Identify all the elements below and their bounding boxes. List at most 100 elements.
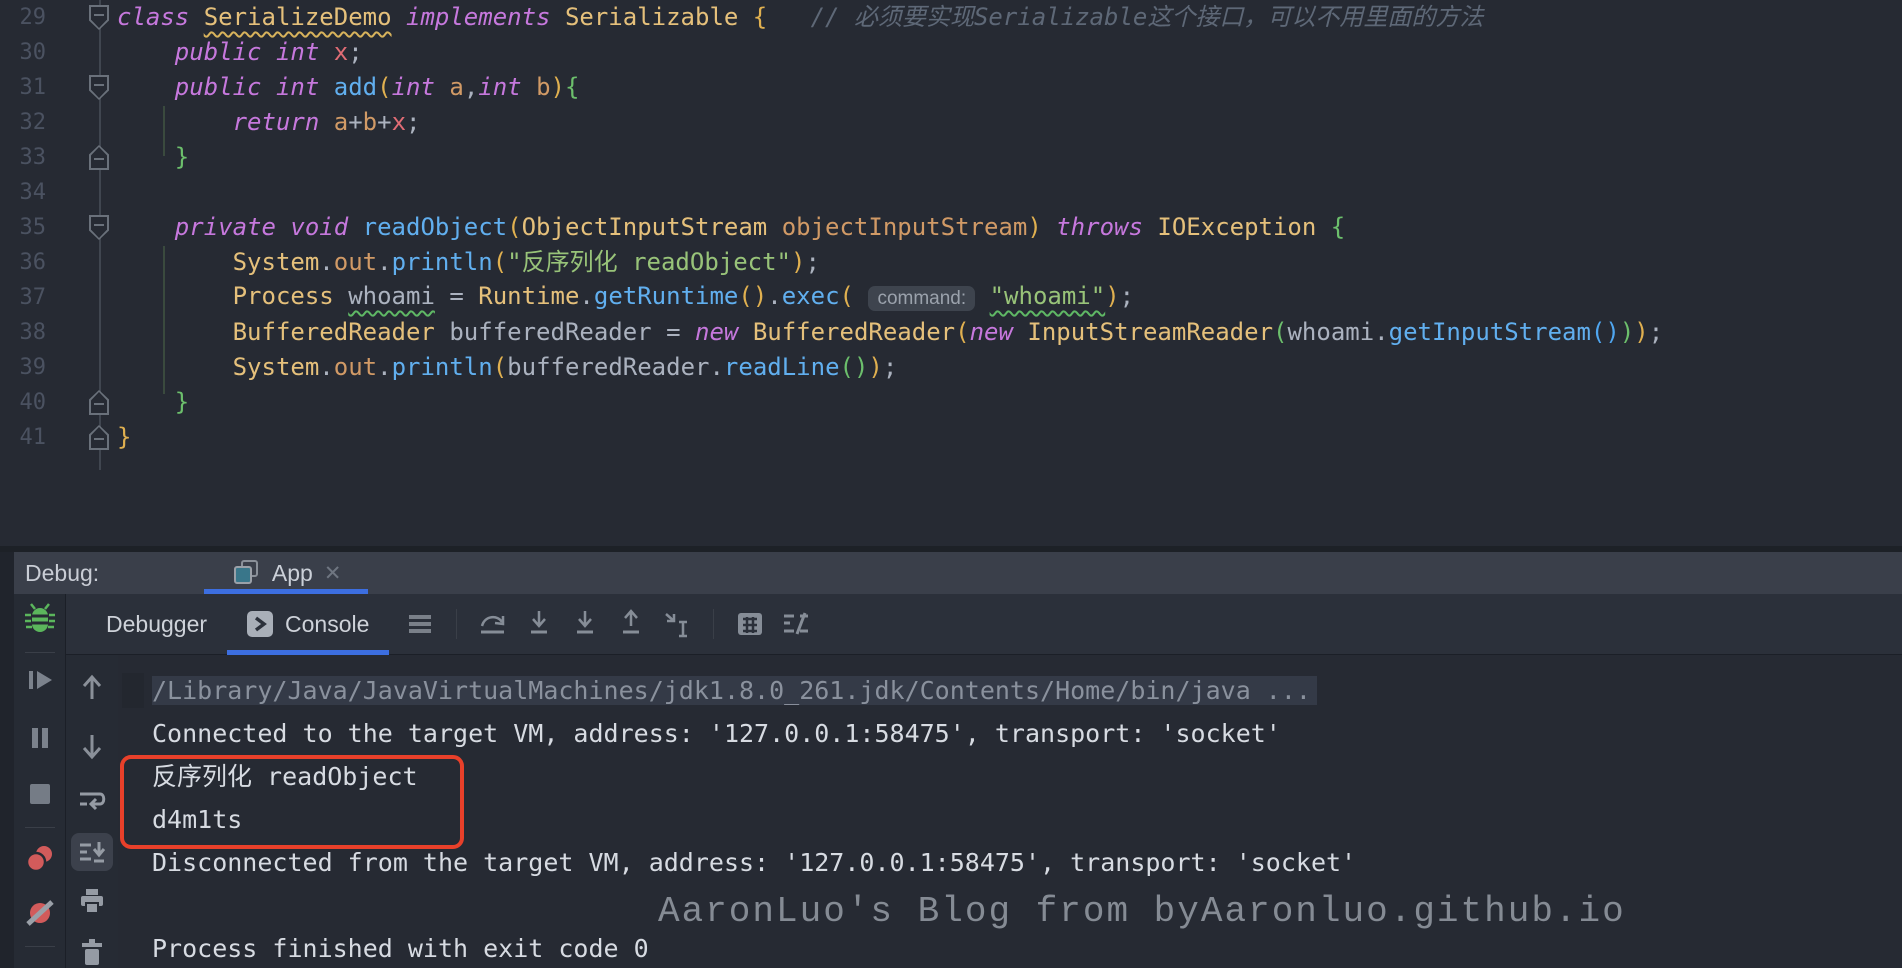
- view-breakpoints-icon[interactable]: [22, 842, 58, 876]
- code-token: =: [652, 318, 695, 346]
- code-token: [117, 108, 233, 136]
- code-line: 41}: [0, 420, 1902, 455]
- code-token: whoami: [348, 282, 435, 310]
- menu-icon[interactable]: [403, 607, 437, 641]
- print-icon[interactable]: [74, 885, 110, 919]
- console-toolbar: [66, 655, 118, 968]
- code-token: ): [868, 353, 882, 381]
- fold-end-icon[interactable]: [89, 145, 109, 170]
- fold-end-icon[interactable]: [89, 390, 109, 415]
- code-token: .: [377, 248, 391, 276]
- inline-parameter-hint: command:: [868, 286, 975, 311]
- resume-icon[interactable]: [22, 663, 58, 697]
- fold-end-icon[interactable]: [89, 425, 109, 450]
- evaluate-expression-icon[interactable]: [733, 607, 767, 641]
- tab-debugger[interactable]: Debugger: [86, 594, 227, 654]
- gutter-fold-cell: [46, 0, 112, 35]
- line-number: 37: [0, 285, 46, 310]
- session-tab-label: App: [272, 560, 313, 587]
- scroll-to-end-icon[interactable]: [71, 833, 113, 871]
- code-lines: 29class SerializeDemo implements Seriali…: [0, 0, 1902, 455]
- code-token: {: [565, 73, 579, 101]
- gutter-fold-cell: [46, 350, 112, 385]
- pause-icon[interactable]: [22, 721, 58, 755]
- code-token: new: [695, 318, 738, 346]
- console-output[interactable]: /Library/Java/JavaVirtualMachines/jdk1.8…: [118, 655, 1902, 968]
- gutter-fold-cell: [46, 385, 112, 420]
- tab-console[interactable]: Console: [227, 594, 389, 654]
- debug-header: Debug: App ✕: [14, 552, 1902, 594]
- code-token: [1143, 213, 1157, 241]
- code-token: (: [377, 73, 391, 101]
- code-token: [392, 3, 406, 31]
- code-token: }: [175, 388, 189, 416]
- gutter-fold-cell: [46, 140, 112, 175]
- code-token: [854, 282, 868, 310]
- code-token: bufferedReader: [449, 318, 651, 346]
- console-text: Connected to the target VM, address: '12…: [152, 719, 1281, 748]
- code-token: implements: [406, 3, 551, 31]
- run-to-cursor-icon[interactable]: [660, 607, 694, 641]
- code-token: getInputStream: [1389, 318, 1591, 346]
- code-line: 31 public int add(int a,int b){: [0, 70, 1902, 105]
- console-line: Process finished with exit code 0: [152, 927, 1902, 968]
- trace-streams-icon[interactable]: [779, 607, 813, 641]
- code-line: 40 }: [0, 385, 1902, 420]
- code-text: public int add(int a,int b){: [112, 70, 1902, 105]
- code-token: println: [392, 248, 493, 276]
- console-text: Process finished with exit code 0: [152, 934, 649, 963]
- clear-all-icon[interactable]: [74, 935, 110, 968]
- code-text: public int x;: [112, 35, 1902, 70]
- code-token: b: [363, 108, 377, 136]
- code-token: System: [233, 248, 320, 276]
- step-out-icon[interactable]: [614, 607, 648, 641]
- debug-view-tabs: Debugger Console: [66, 594, 1902, 655]
- code-token: Runtime: [478, 282, 579, 310]
- code-token: [435, 318, 449, 346]
- fold-start-icon[interactable]: [89, 75, 109, 100]
- step-into-icon[interactable]: [522, 607, 556, 641]
- code-token: bufferedReader: [507, 353, 709, 381]
- fold-start-icon[interactable]: [89, 215, 109, 240]
- code-token: [334, 282, 348, 310]
- code-token: .: [319, 353, 333, 381]
- up-stack-icon[interactable]: [74, 671, 110, 705]
- code-editor[interactable]: 29class SerializeDemo implements Seriali…: [0, 0, 1902, 546]
- debug-tool-window: Debug: App ✕: [0, 552, 1902, 968]
- console-text: d4m1ts: [152, 805, 242, 834]
- code-token: [551, 3, 565, 31]
- code-token: IOException: [1157, 213, 1330, 241]
- debug-actions-toolbar: [14, 594, 66, 968]
- line-number: 35: [0, 215, 46, 240]
- line-number: 34: [0, 180, 46, 205]
- close-icon[interactable]: ✕: [324, 561, 342, 586]
- line-number: 30: [0, 40, 46, 65]
- down-stack-icon[interactable]: [74, 729, 110, 763]
- code-token: x: [392, 108, 406, 136]
- code-line: 39 System.out.println(bufferedReader.rea…: [0, 350, 1902, 385]
- code-token: ;: [805, 248, 819, 276]
- line-number: 33: [0, 145, 46, 170]
- force-step-into-icon[interactable]: [568, 607, 602, 641]
- console-icon: [247, 611, 273, 637]
- rerun-debug-icon[interactable]: [22, 602, 58, 636]
- fold-start-icon[interactable]: [89, 5, 109, 30]
- code-token: {: [753, 3, 767, 31]
- console-line: Connected to the target VM, address: '12…: [152, 712, 1902, 755]
- code-text: BufferedReader bufferedReader = new Buff…: [112, 315, 1902, 350]
- code-token: ;: [883, 353, 897, 381]
- code-token: ;: [406, 108, 420, 136]
- gutter-fold-cell: [46, 105, 112, 140]
- step-over-icon[interactable]: [476, 607, 510, 641]
- code-token: ): [1027, 213, 1041, 241]
- soft-wrap-icon[interactable]: [74, 785, 110, 819]
- console-line: Disconnected from the target VM, address…: [152, 841, 1902, 884]
- code-token: x: [334, 38, 348, 66]
- mute-breakpoints-icon[interactable]: [22, 896, 58, 930]
- gutter-fold-cell: [46, 280, 112, 315]
- session-tab-app[interactable]: App ✕: [204, 552, 368, 594]
- code-token: ObjectInputStream: [522, 213, 768, 241]
- code-token: objectInputStream: [782, 213, 1028, 241]
- stop-icon[interactable]: [22, 777, 58, 811]
- code-token: .: [1374, 318, 1388, 346]
